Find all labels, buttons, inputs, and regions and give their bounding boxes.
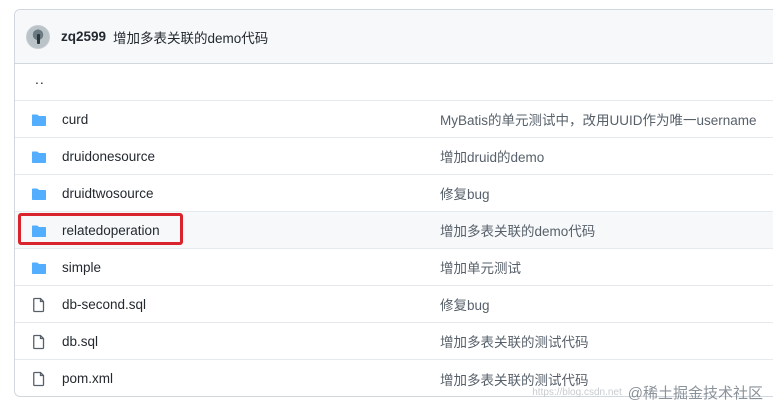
- file-row-druidtwosource[interactable]: druidtwosource 修复bug: [15, 175, 773, 212]
- file-row-curd[interactable]: curd MyBatis的单元测试中，改用UUID作为唯一username: [15, 101, 773, 138]
- watermark-text: @稀土掘金技术社区: [627, 385, 763, 402]
- file-icon: [33, 297, 45, 313]
- folder-icon: [32, 262, 46, 274]
- commit-author[interactable]: zq2599: [61, 29, 106, 44]
- file-browser: zq2599 增加多表关联的demo代码 .. curd MyBatis的单元测…: [14, 9, 773, 397]
- file-commit-message[interactable]: 增加多表关联的demo代码: [440, 220, 595, 240]
- file-icon: [33, 371, 45, 387]
- file-commit-message[interactable]: 增加druid的demo: [440, 146, 544, 166]
- latest-commit-bar: zq2599 增加多表关联的demo代码: [15, 10, 773, 64]
- file-commit-message[interactable]: MyBatis的单元测试中，改用UUID作为唯一username: [440, 109, 757, 129]
- file-row-relatedoperation[interactable]: relatedoperation 增加多表关联的demo代码: [15, 212, 773, 249]
- watermark: https://blog.csdn.net @稀土掘金技术社区: [532, 382, 763, 403]
- file-commit-message[interactable]: 增加单元测试: [440, 257, 521, 277]
- file-row-simple[interactable]: simple 增加单元测试: [15, 249, 773, 286]
- folder-icon: [32, 188, 46, 200]
- author-avatar[interactable]: [26, 24, 50, 49]
- file-row-druidonesource[interactable]: druidonesource 增加druid的demo: [15, 138, 773, 175]
- file-commit-message[interactable]: 修复bug: [440, 294, 490, 314]
- file-icon: [33, 334, 45, 350]
- file-commit-message[interactable]: 修复bug: [440, 183, 490, 203]
- file-name[interactable]: curd: [62, 112, 88, 127]
- folder-icon: [32, 225, 46, 237]
- folder-icon: [32, 114, 46, 126]
- file-commit-message[interactable]: 增加多表关联的测试代码: [440, 331, 589, 351]
- file-row-db-sql[interactable]: db.sql 增加多表关联的测试代码: [15, 323, 773, 360]
- file-name[interactable]: druidtwosource: [62, 186, 154, 201]
- parent-directory-link[interactable]: ..: [35, 71, 45, 87]
- file-name[interactable]: relatedoperation: [62, 223, 160, 238]
- file-row-db-second-sql[interactable]: db-second.sql 修复bug: [15, 286, 773, 323]
- file-name[interactable]: db.sql: [62, 334, 98, 349]
- file-name[interactable]: db-second.sql: [62, 297, 146, 312]
- commit-message[interactable]: 增加多表关联的demo代码: [113, 27, 268, 47]
- parent-directory-row[interactable]: ..: [15, 64, 773, 101]
- watermark-url: https://blog.csdn.net: [532, 387, 622, 398]
- file-name[interactable]: simple: [62, 260, 101, 275]
- file-name[interactable]: druidonesource: [62, 149, 155, 164]
- file-name[interactable]: pom.xml: [62, 371, 113, 386]
- folder-icon: [32, 151, 46, 163]
